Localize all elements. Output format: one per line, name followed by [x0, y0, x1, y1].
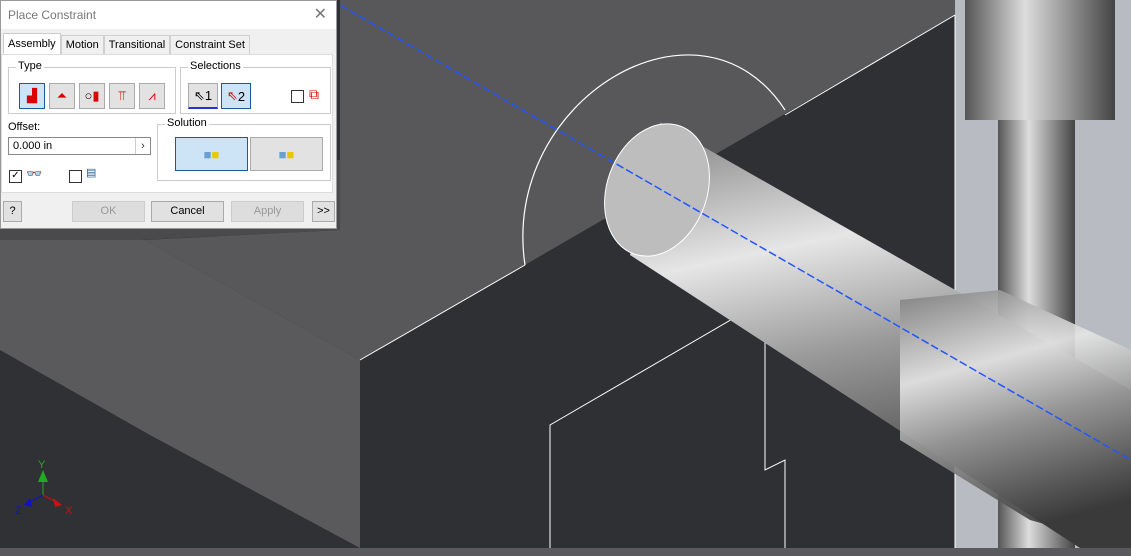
ok-button[interactable]: OK	[72, 201, 145, 222]
pick-part-icon: ⧉	[309, 86, 319, 102]
tab-assembly[interactable]: Assembly	[3, 33, 61, 54]
place-constraint-dialog: Place Constraint ✕ Assembly Motion Transi…	[0, 0, 337, 229]
tangent-icon: ○▮	[84, 88, 100, 103]
type-group: Type ▟ ⏶ ○▮ ⫪ ⩘	[8, 60, 176, 114]
flush-solution-button[interactable]: ■■	[250, 137, 323, 171]
axis-x-label: X	[65, 505, 73, 517]
solution-label: Solution	[165, 117, 209, 129]
mate-solution-button[interactable]: ■■	[175, 137, 248, 171]
apply-button[interactable]: Apply	[231, 201, 304, 222]
assembly-panel: Type ▟ ⏶ ○▮ ⫪ ⩘ Selections ⇖ 1 ⇖ 2 ⧉ Offse…	[1, 54, 333, 193]
selections-label: Selections	[188, 60, 243, 72]
more-button[interactable]: >>	[312, 201, 335, 222]
selection-1-label: 1	[204, 88, 213, 103]
axis-z-label: Z	[15, 505, 22, 517]
flush-solution-icon: ■■	[278, 146, 295, 162]
close-icon[interactable]: ✕	[314, 1, 327, 29]
glasses-icon: 👓	[26, 166, 43, 181]
dialog-title: Place Constraint	[8, 8, 97, 22]
tab-transitional[interactable]: Transitional	[103, 35, 171, 54]
selection-2-label: 2	[237, 88, 246, 104]
cursor-icon: ⇖	[226, 88, 238, 103]
solution-group: Solution ■■ ■■	[157, 117, 331, 181]
angle-type-button[interactable]: ⏶	[49, 83, 75, 109]
selection-2-button[interactable]: ⇖ 2	[221, 83, 251, 109]
type-label: Type	[16, 60, 44, 72]
symmetry-type-button[interactable]: ⩘	[139, 83, 165, 109]
dialog-titlebar: Place Constraint ✕	[1, 1, 336, 29]
selections-group: Selections ⇖ 1 ⇖ 2 ⧉	[180, 60, 331, 114]
mate-icon: ▟	[27, 88, 37, 103]
show-preview-checkbox[interactable]: ✓	[9, 170, 22, 183]
selection-1-button[interactable]: ⇖ 1	[188, 83, 218, 109]
tab-constraint-set[interactable]: Constraint Set	[170, 35, 250, 54]
pick-part-first-checkbox[interactable]	[291, 90, 304, 103]
angle-icon: ⏶	[56, 88, 68, 103]
mate-type-button[interactable]: ▟	[19, 83, 45, 109]
cancel-button[interactable]: Cancel	[151, 201, 224, 222]
predict-offset-checkbox[interactable]	[69, 170, 82, 183]
mate-solution-icon: ■■	[203, 146, 220, 162]
predict-offset-icon: ▤	[86, 167, 97, 179]
tab-motion[interactable]: Motion	[60, 35, 104, 54]
axis-y-label: Y	[38, 459, 46, 471]
offset-arrow-button[interactable]: ›	[135, 138, 150, 154]
column-top	[965, 0, 1115, 120]
offset-value: 0.000 in	[13, 140, 53, 152]
insert-icon: ⫪	[118, 88, 126, 103]
help-icon: ?	[9, 205, 16, 217]
cursor-icon: ⇖	[193, 87, 205, 103]
help-button[interactable]: ?	[3, 201, 22, 222]
status-bar	[0, 548, 1131, 556]
offset-input[interactable]: 0.000 in ›	[8, 137, 151, 155]
insert-type-button[interactable]: ⫪	[109, 83, 135, 109]
offset-label: Offset:	[8, 121, 41, 133]
tangent-type-button[interactable]: ○▮	[79, 83, 105, 109]
symmetry-icon: ⩘	[148, 88, 156, 103]
